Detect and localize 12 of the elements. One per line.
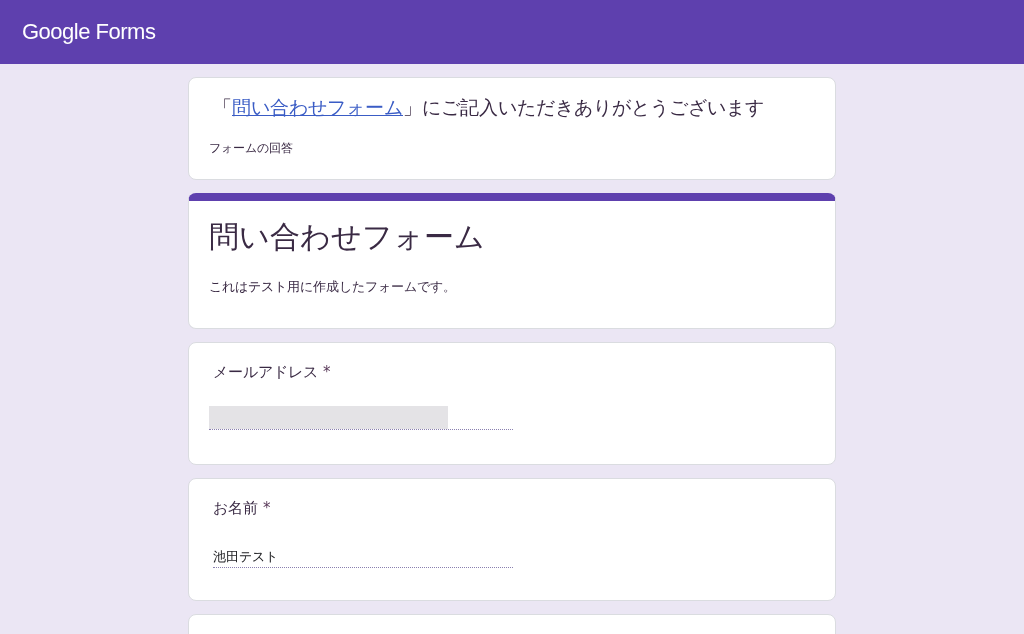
confirmation-subtitle: フォームの回答 <box>209 140 294 157</box>
required-mark: * <box>263 499 271 517</box>
required-mark: * <box>323 363 331 381</box>
form-title: 問い合わせフォーム <box>209 218 486 256</box>
confirmation-title: 「問い合わせフォーム」にご記入いただきありがとうございます <box>212 95 765 120</box>
app-logo[interactable]: Google Forms <box>22 19 156 45</box>
form-link[interactable]: 問い合わせフォーム <box>232 96 403 118</box>
question-label: お名前 <box>213 499 258 517</box>
question-label: メールアドレス <box>213 363 318 381</box>
form-description: これはテスト用に作成したフォームです。 <box>209 278 457 296</box>
answer-field[interactable] <box>209 406 513 430</box>
answer-field[interactable]: 池田テスト <box>213 548 513 568</box>
